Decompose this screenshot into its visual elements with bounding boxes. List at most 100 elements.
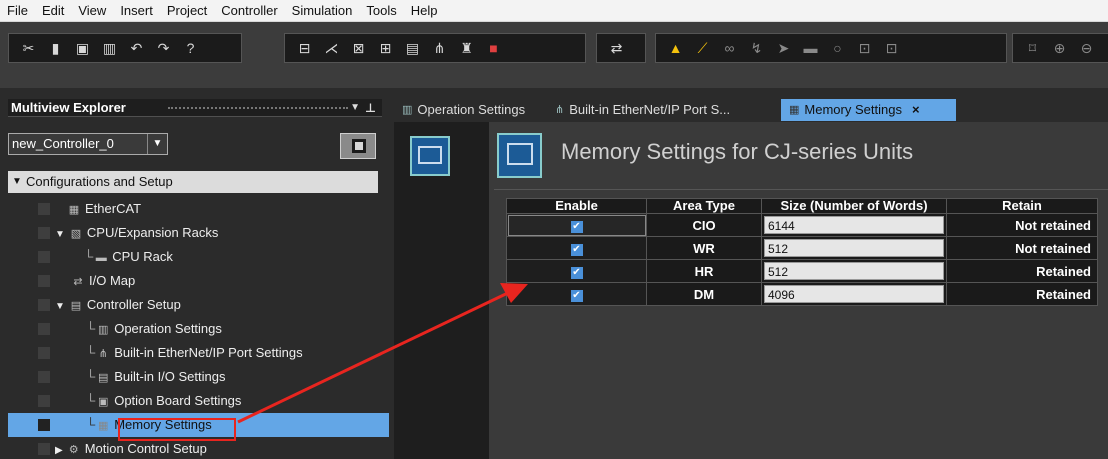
menu-project[interactable]: Project: [160, 0, 214, 22]
zoom-in-icon[interactable]: ⊕: [1046, 37, 1073, 59]
pointer-icon[interactable]: ➤: [770, 37, 797, 59]
table-row: ✔ WR 512 Not retained: [506, 236, 1098, 260]
cut-icon[interactable]: ✂: [15, 37, 42, 59]
enable-checkbox[interactable]: ✔: [570, 290, 583, 302]
retain-cell[interactable]: Retained: [946, 259, 1098, 283]
enable-checkbox[interactable]: ✔: [570, 267, 583, 279]
menu-help[interactable]: Help: [404, 0, 445, 22]
compare-icon[interactable]: ⊞: [372, 37, 399, 59]
size-input[interactable]: 6144: [764, 216, 944, 234]
tree-item-operation-settings[interactable]: └ ▥ Operation Settings: [8, 317, 389, 341]
operation-settings-icon: ▥: [98, 324, 109, 336]
copy-icon[interactable]: ▮: [42, 37, 69, 59]
chevron-down-icon[interactable]: ▼: [147, 134, 167, 154]
menu-simulation[interactable]: Simulation: [285, 0, 360, 22]
paste-icon[interactable]: ▣: [69, 37, 96, 59]
warning-icon[interactable]: ▲: [662, 37, 689, 59]
rack-icon: ▧: [70, 228, 82, 240]
build-icon[interactable]: ⊟: [291, 37, 318, 59]
tab-memory-settings[interactable]: ▦ Memory Settings ×: [781, 99, 956, 121]
cross-ref-icon[interactable]: ⊠: [345, 37, 372, 59]
size-input[interactable]: 512: [764, 239, 944, 257]
tab-operation-settings[interactable]: ▥ Operation Settings: [394, 99, 547, 121]
cpu-rack-icon: ▬: [95, 252, 107, 264]
tree-item-controller-setup[interactable]: ▼ ▤ Controller Setup: [8, 293, 389, 317]
close-icon[interactable]: ×: [912, 99, 920, 121]
multiview-explorer: Multiview Explorer ▼ ⊥ new_Controller_0 …: [0, 93, 389, 459]
pin-icon[interactable]: ⊥: [365, 99, 376, 117]
editor-side-strip: [394, 122, 489, 459]
toolbar-edit-group: ✂ ▮ ▣ ▥ ↶ ↷ ?: [8, 33, 242, 63]
expand-icon[interactable]: ▼: [55, 301, 65, 312]
undo-icon[interactable]: ↶: [123, 37, 150, 59]
item-marker: [38, 347, 50, 359]
menu-insert[interactable]: Insert: [113, 0, 160, 22]
stop-icon[interactable]: ■: [480, 37, 507, 59]
redo-icon[interactable]: ↷: [150, 37, 177, 59]
menu-controller[interactable]: Controller: [214, 0, 284, 22]
controller-select[interactable]: new_Controller_0 ▼: [8, 133, 168, 155]
node2-icon[interactable]: ⊡: [878, 37, 905, 59]
controller-select-value: new_Controller_0: [12, 136, 114, 151]
help-icon[interactable]: ?: [177, 37, 204, 59]
memory-settings-icon[interactable]: [410, 136, 450, 176]
tree-item-io-map[interactable]: ⇄ I/O Map: [8, 269, 389, 293]
item-marker: [38, 275, 50, 287]
tree-item-label: I/O Map: [89, 273, 136, 288]
controller-icon[interactable]: [340, 133, 376, 159]
retain-cell[interactable]: Not retained: [946, 213, 1098, 237]
column-header-size: Size (Number of Words): [761, 198, 947, 214]
tree-item-label: Controller Setup: [86, 297, 181, 312]
enable-checkbox[interactable]: ✔: [570, 244, 583, 256]
link-icon[interactable]: ∞: [716, 37, 743, 59]
menu-tools[interactable]: Tools: [359, 0, 403, 22]
tree-root-label: Configurations and Setup: [26, 174, 173, 189]
circle-icon[interactable]: ○: [824, 37, 851, 59]
dropdown-arrow-icon[interactable]: ▼: [350, 99, 360, 117]
tab-builtin-ethernet-ip[interactable]: ⋔ Built-in EtherNet/IP Port S...: [547, 99, 781, 121]
node-icon[interactable]: ⊡: [851, 37, 878, 59]
find-icon[interactable]: ♜: [453, 37, 480, 59]
network-icon[interactable]: ⋔: [426, 37, 453, 59]
operation-settings-icon: ▥: [402, 104, 413, 116]
online-icon[interactable]: ⇄: [603, 37, 630, 59]
tree-item-cpu-expansion-racks[interactable]: ▼ ▧ CPU/Expansion Racks: [8, 221, 389, 245]
column-header-enable: Enable: [506, 198, 647, 214]
menu-file[interactable]: File: [0, 0, 35, 22]
tree-item-label: Option Board Settings: [114, 393, 242, 408]
expand-icon[interactable]: ▼: [55, 229, 65, 240]
delete-icon[interactable]: ▥: [96, 37, 123, 59]
controller-setup-icon: ▤: [70, 300, 82, 312]
force-icon[interactable]: ↯: [743, 37, 770, 59]
menu-view[interactable]: View: [71, 0, 113, 22]
tree-item-builtin-ethernet-ip[interactable]: └ ⋔ Built-in EtherNet/IP Port Settings: [8, 341, 389, 365]
tree-item-cpu-rack[interactable]: └ ▬ CPU Rack: [8, 245, 389, 269]
window-icon[interactable]: ⌑: [1019, 37, 1046, 59]
enable-checkbox[interactable]: ✔: [570, 221, 583, 233]
tree-configurations-setup[interactable]: ▼ Configurations and Setup: [8, 171, 378, 193]
tree-item-label: EtherCAT: [85, 201, 142, 216]
zoom-out-icon[interactable]: ⊖: [1073, 37, 1100, 59]
size-input[interactable]: 4096: [764, 285, 944, 303]
tree-item-ethercat[interactable]: ▦ EtherCAT: [8, 197, 389, 221]
table-row: ✔ CIO 6144 Not retained: [506, 213, 1098, 237]
tree-item-builtin-io-settings[interactable]: └ ▤ Built-in I/O Settings: [8, 365, 389, 389]
tree-item-option-board-settings[interactable]: └ ▣ Option Board Settings: [8, 389, 389, 413]
menu-edit[interactable]: Edit: [35, 0, 71, 22]
expand-icon[interactable]: ▼: [12, 171, 22, 193]
retain-cell[interactable]: Retained: [946, 282, 1098, 306]
expand-icon[interactable]: ▶: [55, 445, 63, 456]
retain-cell[interactable]: Not retained: [946, 236, 1098, 260]
explorer-title-bar: Multiview Explorer ▼ ⊥: [8, 99, 382, 117]
clear-warning-icon[interactable]: ⟋: [689, 37, 716, 59]
page-title: Memory Settings for CJ-series Units: [561, 139, 914, 164]
tab-label: Built-in EtherNet/IP Port S...: [569, 102, 731, 117]
ethernet-ip-icon: ⋔: [555, 104, 565, 116]
item-marker: [38, 227, 50, 239]
item-marker: [38, 395, 50, 407]
item-marker: [38, 299, 50, 311]
monitor-icon[interactable]: ▬: [797, 37, 824, 59]
size-input[interactable]: 512: [764, 262, 944, 280]
table-icon[interactable]: ▤: [399, 37, 426, 59]
tool-icon[interactable]: ⋌: [318, 37, 345, 59]
